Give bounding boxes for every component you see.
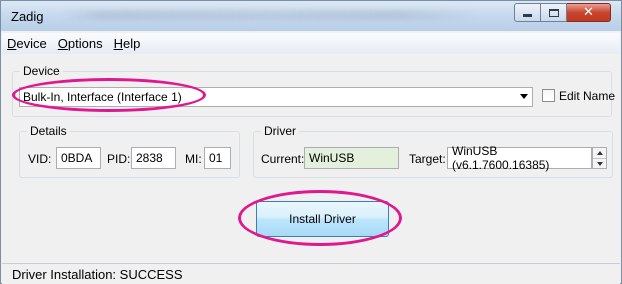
install-driver-button[interactable]: Install Driver [256, 201, 389, 237]
spin-down-button[interactable] [593, 158, 606, 168]
target-driver-spinner[interactable] [592, 147, 607, 169]
arrow-down-icon [596, 161, 603, 166]
device-select-value: Bulk-In, Interface (Interface 1) [23, 90, 182, 104]
chevron-down-icon[interactable] [520, 94, 528, 99]
details-group-label: Details [27, 124, 70, 138]
close-button[interactable]: ✕ [567, 3, 611, 22]
menu-device-access-key: D [7, 36, 17, 51]
arrow-up-icon [596, 151, 603, 155]
menu-bar: Device Options Help [2, 33, 620, 54]
close-icon: ✕ [583, 5, 594, 20]
menu-options-label: ptions [67, 36, 103, 51]
mi-field[interactable]: 01 [204, 147, 231, 169]
minimize-icon [523, 14, 532, 17]
current-driver-value: WinUSB [309, 151, 355, 165]
maximize-icon [548, 8, 559, 17]
maximize-button[interactable] [541, 3, 567, 22]
device-select[interactable]: Bulk-In, Interface (Interface 1) [19, 87, 533, 107]
title-bar[interactable]: Zadig ✕ [1, 1, 621, 31]
pid-value: 2838 [136, 151, 163, 165]
target-driver-value: WinUSB (v6.1.7600.16385) [452, 144, 550, 172]
vid-value: 0BDA [61, 151, 93, 165]
menu-help[interactable]: Help [114, 36, 141, 51]
menu-device[interactable]: Device [7, 36, 47, 51]
current-driver-field: WinUSB [304, 147, 399, 169]
spin-up-button[interactable] [593, 148, 606, 158]
zadig-window: Zadig ✕ Device Options Help Device Bulk-… [0, 0, 622, 284]
vid-field[interactable]: 0BDA [56, 147, 101, 169]
minimize-button[interactable] [514, 3, 541, 22]
caption-buttons: ✕ [514, 3, 611, 22]
status-bar: Driver Installation: SUCCESS [2, 263, 620, 284]
pid-field[interactable]: 2838 [131, 147, 176, 169]
target-label: Target: [409, 152, 446, 166]
edit-name-label[interactable]: Edit Name [559, 89, 615, 103]
driver-group-label: Driver [261, 124, 299, 138]
window-title: Zadig [11, 9, 44, 24]
menu-options-access-key: O [57, 36, 68, 51]
menu-help-access-key: H [113, 36, 123, 51]
install-driver-label: Install Driver [289, 212, 356, 226]
current-label: Current: [261, 152, 305, 166]
edit-name-checkbox[interactable] [542, 89, 555, 102]
vid-label: VID: [28, 152, 52, 166]
menu-options[interactable]: Options [58, 36, 103, 51]
menu-help-label: elp [122, 36, 141, 51]
blurred-title-region [61, 10, 481, 20]
menu-device-label: evice [16, 36, 47, 51]
mi-value: 01 [209, 151, 223, 165]
device-group-label: Device [20, 64, 63, 78]
pid-label: PID: [107, 152, 131, 166]
status-text: Driver Installation: SUCCESS [12, 266, 183, 282]
mi-label: MI: [185, 152, 202, 166]
target-driver-field[interactable]: WinUSB (v6.1.7600.16385) [447, 144, 592, 172]
